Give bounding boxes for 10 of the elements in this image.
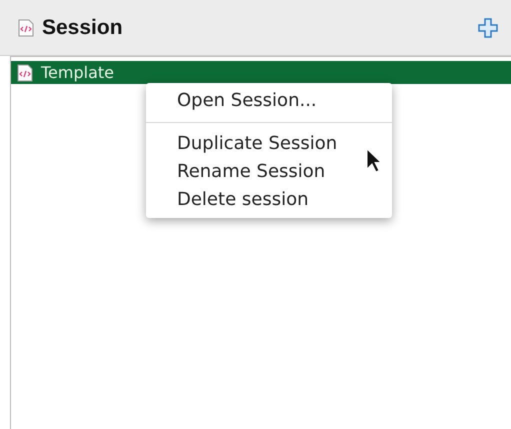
session-item[interactable]: Template: [11, 61, 511, 84]
file-icon: [17, 64, 33, 82]
file-icon: [18, 18, 34, 36]
add-icon[interactable]: [477, 16, 499, 38]
menu-item[interactable]: Rename Session: [146, 158, 392, 186]
menu-item[interactable]: Duplicate Session: [146, 130, 392, 158]
menu-item[interactable]: Delete session: [146, 186, 392, 214]
menu-item[interactable]: Open Session...: [146, 87, 392, 115]
panel-title: Session: [42, 16, 124, 40]
mouse-pointer-icon: [366, 148, 382, 174]
